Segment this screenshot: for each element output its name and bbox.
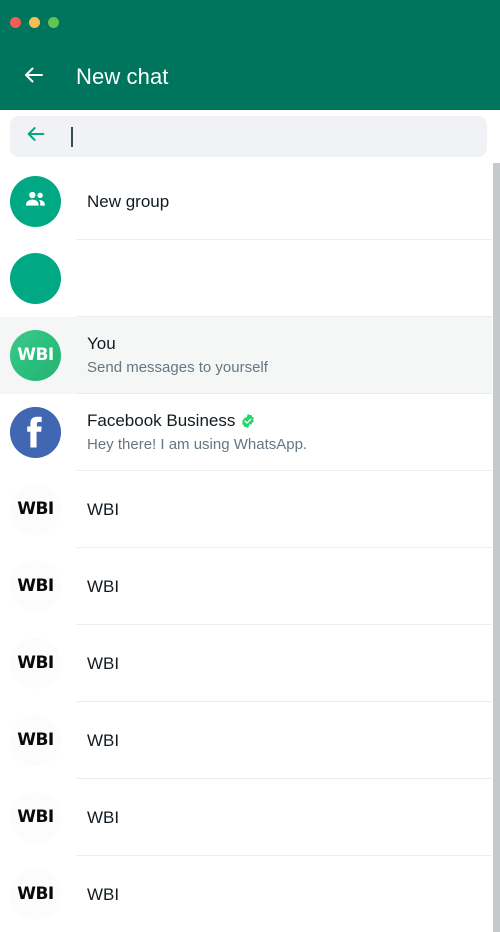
avatar-placeholder bbox=[10, 253, 61, 304]
wbi-logo-icon: WBI bbox=[17, 886, 54, 903]
contact-row[interactable]: WBI WBI bbox=[0, 471, 500, 548]
contact-name: WBI bbox=[87, 653, 119, 674]
contact-row[interactable]: New group bbox=[0, 163, 500, 240]
contact-title-line: WBI bbox=[87, 576, 119, 597]
contact-row-text: Facebook Business Hey there! I am using W… bbox=[87, 410, 307, 455]
wbi-logo-icon: WBI bbox=[17, 655, 54, 672]
verified-badge-icon bbox=[240, 413, 256, 429]
contact-name: WBI bbox=[87, 884, 119, 905]
contact-row[interactable]: WBI WBI bbox=[0, 625, 500, 702]
wbi-logo-icon: WBI bbox=[17, 578, 54, 595]
contact-row[interactable]: WBI WBI bbox=[0, 856, 500, 932]
wbi-logo-icon: WBI bbox=[17, 809, 54, 826]
contact-subtitle: Send messages to yourself bbox=[87, 357, 268, 378]
contact-row-text: WBI bbox=[87, 499, 119, 520]
contact-row-text: You Send messages to yourself bbox=[87, 333, 268, 378]
avatar-facebook bbox=[10, 407, 61, 458]
page-title: New chat bbox=[76, 64, 169, 90]
header-back-button[interactable] bbox=[12, 55, 56, 99]
contact-title-line: WBI bbox=[87, 807, 119, 828]
window-controls bbox=[10, 17, 59, 28]
avatar-wbi: WBI bbox=[10, 869, 61, 920]
window-titlebar bbox=[0, 0, 500, 44]
minimize-button[interactable] bbox=[29, 17, 40, 28]
search-bar[interactable] bbox=[10, 116, 487, 157]
verified-badge bbox=[240, 413, 256, 429]
contact-name: WBI bbox=[87, 730, 119, 751]
contact-row-text: WBI bbox=[87, 576, 119, 597]
contact-name: WBI bbox=[87, 807, 119, 828]
text-caret bbox=[71, 127, 73, 147]
avatar-wbi: WBI bbox=[10, 715, 61, 766]
contact-title-line: You bbox=[87, 333, 268, 354]
contact-subtitle: Hey there! I am using WhatsApp. bbox=[87, 434, 307, 455]
contact-title-line: WBI bbox=[87, 653, 119, 674]
wbi-logo-icon: WBI bbox=[17, 501, 54, 518]
contact-name: Facebook Business bbox=[87, 410, 235, 431]
scrollbar-thumb[interactable] bbox=[493, 163, 500, 932]
avatar-wbi: WBI bbox=[10, 792, 61, 843]
avatar-wbi: WBI bbox=[10, 484, 61, 535]
contact-row[interactable]: WBI You Send messages to yourself bbox=[0, 317, 500, 394]
search-bar-container bbox=[0, 110, 500, 163]
list-scrollbar[interactable] bbox=[492, 163, 500, 932]
contact-row-text: WBI bbox=[87, 807, 119, 828]
group-people-icon bbox=[23, 186, 49, 217]
contact-title-line: New group bbox=[87, 191, 169, 212]
app-header: New chat bbox=[0, 44, 500, 110]
contact-name: WBI bbox=[87, 576, 119, 597]
facebook-logo-icon bbox=[10, 407, 61, 458]
contact-row[interactable]: WBI WBI bbox=[0, 779, 500, 856]
avatar-wbi: WBI bbox=[10, 638, 61, 689]
contact-title-line: WBI bbox=[87, 730, 119, 751]
arrow-left-icon bbox=[22, 63, 46, 92]
contact-row[interactable]: WBI WBI bbox=[0, 548, 500, 625]
contact-title-line: Facebook Business bbox=[87, 410, 307, 431]
contact-row-text: WBI bbox=[87, 730, 119, 751]
contact-name: WBI bbox=[87, 499, 119, 520]
close-button[interactable] bbox=[10, 17, 21, 28]
search-input[interactable] bbox=[56, 116, 487, 157]
contact-title-line: WBI bbox=[87, 499, 119, 520]
contact-row[interactable]: Facebook Business Hey there! I am using W… bbox=[0, 394, 500, 471]
contact-row[interactable] bbox=[0, 240, 500, 317]
contact-row-text: New group bbox=[87, 191, 169, 212]
wbi-logo-icon: WBI bbox=[17, 732, 54, 749]
arrow-left-icon bbox=[25, 123, 47, 150]
contact-row-text: WBI bbox=[87, 653, 119, 674]
contact-row-text: WBI bbox=[87, 884, 119, 905]
avatar-new-group bbox=[10, 176, 61, 227]
contact-list[interactable]: WABETAINFO New groupWBIYouSend messages … bbox=[0, 163, 500, 932]
contact-row[interactable]: WBI WBI bbox=[0, 702, 500, 779]
contact-name: New group bbox=[87, 191, 169, 212]
avatar-you: WBI bbox=[10, 330, 61, 381]
maximize-button[interactable] bbox=[48, 17, 59, 28]
contact-title-line: WBI bbox=[87, 884, 119, 905]
wbi-logo-icon: WBI bbox=[17, 347, 54, 364]
avatar-wbi: WBI bbox=[10, 561, 61, 612]
search-back-button[interactable] bbox=[16, 117, 56, 157]
contact-name: You bbox=[87, 333, 116, 354]
whatsapp-new-chat-window: New chat WABETAINFO New groupWBIYouSend … bbox=[0, 0, 500, 932]
